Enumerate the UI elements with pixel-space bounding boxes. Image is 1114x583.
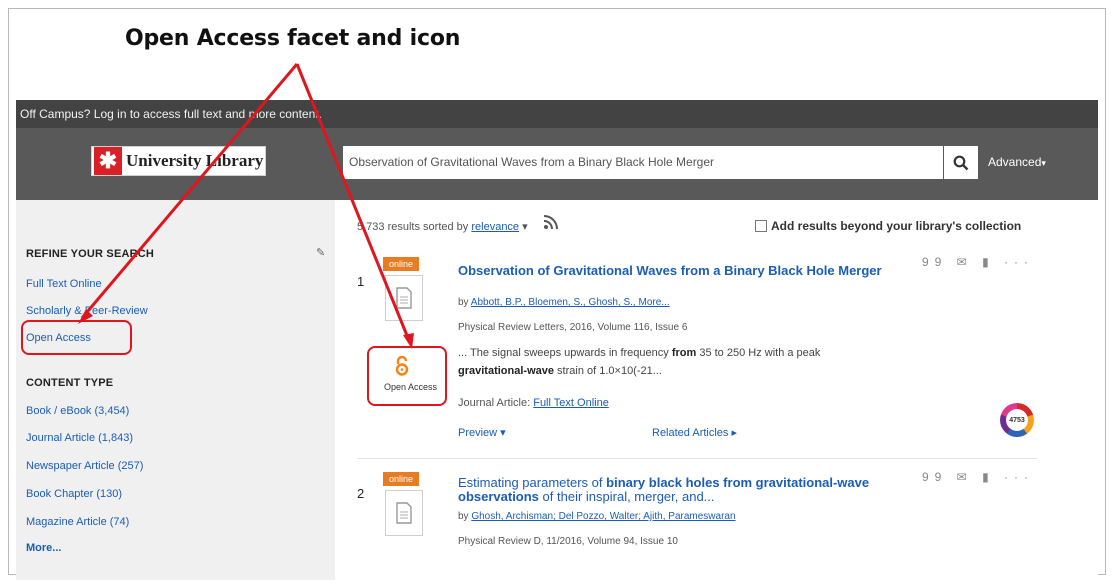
off-campus-bar[interactable]: Off Campus? Log in to access full text a… xyxy=(16,100,1098,128)
logo-text: University Library xyxy=(126,151,264,170)
university-library-logo[interactable]: ✱ University Library xyxy=(91,146,266,176)
search-button[interactable] xyxy=(944,146,978,179)
beyond-collection-label: Add results beyond your library's collec… xyxy=(771,219,1022,233)
result-number: 1 xyxy=(357,274,365,289)
authors-prefix: by xyxy=(458,297,469,308)
results-pane: 5,733 results sorted by relevance ▾ Add … xyxy=(335,200,1098,580)
document-icon[interactable] xyxy=(385,490,423,536)
result-divider xyxy=(357,458,1037,459)
result-snippet: ... The signal sweeps upwards in frequen… xyxy=(458,344,928,380)
logo-star-icon: ✱ xyxy=(94,147,122,175)
content-type-item[interactable]: Journal Article (1,843) xyxy=(26,432,133,444)
altmetric-score: 4753 xyxy=(1006,409,1028,431)
results-count-text: 5,733 results sorted by xyxy=(357,221,469,233)
snippet-text: ... The signal sweeps upwards in frequen… xyxy=(458,347,669,359)
chevron-down-icon: ▾ xyxy=(1041,158,1046,168)
content-type-item[interactable]: Magazine Article (74) xyxy=(26,516,129,528)
rss-icon[interactable] xyxy=(543,214,559,234)
result-action-icons[interactable]: 99 ✉ ▮ ··· xyxy=(922,470,1034,484)
result-authors: by Abbott, B.P., Bloemen, S., Ghosh, S.,… xyxy=(458,297,670,308)
advanced-label: Advanced xyxy=(988,155,1042,169)
full-text-online-link[interactable]: Full Text Online xyxy=(533,397,609,409)
title-text: of their inspiral, merger, and... xyxy=(542,489,715,504)
preview-toggle[interactable]: Preview ▾ xyxy=(458,426,506,439)
result-publication: Physical Review D, 11/2016, Volume 94, I… xyxy=(458,536,678,547)
snippet-text: 35 to 250 Hz with a peak xyxy=(699,347,821,359)
result-format: Journal Article: Full Text Online xyxy=(458,397,609,409)
authors-prefix: by xyxy=(458,511,469,522)
beyond-collection-checkbox[interactable] xyxy=(755,220,767,232)
snippet-highlight: gravitational-wave xyxy=(458,365,554,377)
result-title-link[interactable]: Estimating parameters of binary black ho… xyxy=(458,476,888,504)
facet-scholarly-peer-review[interactable]: Scholarly & Peer-Review xyxy=(26,305,148,317)
content-type-item[interactable]: Book / eBook (3,454) xyxy=(26,405,129,417)
online-badge: online xyxy=(383,257,419,271)
format-label: Journal Article: xyxy=(458,397,531,409)
content-type-item[interactable]: Book Chapter (130) xyxy=(26,488,122,500)
result-publication: Physical Review Letters, 2016, Volume 11… xyxy=(458,322,688,333)
refine-title: REFINE YOUR SEARCH xyxy=(26,248,155,260)
annotation-caption: Open Access facet and icon xyxy=(125,26,461,51)
beyond-collection-option[interactable]: Add results beyond your library's collec… xyxy=(755,219,1021,233)
result-title-link[interactable]: Observation of Gravitational Waves from … xyxy=(458,264,888,278)
refine-sidebar: REFINE YOUR SEARCH ✎ Full Text Online Sc… xyxy=(16,200,335,580)
related-articles-link[interactable]: Related Articles ▸ xyxy=(652,426,737,439)
document-icon-svg xyxy=(396,287,412,309)
author-links[interactable]: Abbott, B.P., Bloemen, S., Ghosh, S., Mo… xyxy=(471,297,670,308)
edit-icon[interactable]: ✎ xyxy=(316,246,325,259)
chevron-down-icon[interactable]: ▾ xyxy=(522,221,528,233)
title-text: Estimating parameters of xyxy=(458,475,603,490)
snippet-highlight: from xyxy=(671,347,697,359)
result-authors: by Ghosh, Archisman; Del Pozzo, Walter; … xyxy=(458,511,736,522)
content-type-item[interactable]: Newspaper Article (257) xyxy=(26,460,143,472)
result-action-icons[interactable]: 99 ✉ ▮ ··· xyxy=(922,255,1034,269)
annotation-highlight-icon xyxy=(367,346,447,406)
site-header: ✱ University Library Observation of Grav… xyxy=(16,128,1098,200)
document-icon-svg xyxy=(396,502,412,524)
advanced-search-link[interactable]: Advanced▾ xyxy=(988,155,1046,169)
sort-dropdown[interactable]: relevance xyxy=(471,221,519,233)
author-links[interactable]: Ghosh, Archisman; Del Pozzo, Walter; Aji… xyxy=(471,511,735,522)
more-content-types-link[interactable]: More... xyxy=(26,542,61,554)
annotation-highlight-facet xyxy=(21,320,132,355)
snippet-text: strain of 1.0×10(-21... xyxy=(557,365,662,377)
altmetric-badge[interactable]: 4753 xyxy=(1000,403,1034,437)
search-input[interactable]: Observation of Gravitational Waves from … xyxy=(343,146,943,179)
document-icon[interactable] xyxy=(385,275,423,321)
search-icon xyxy=(953,155,969,170)
content-type-title: CONTENT TYPE xyxy=(26,377,114,389)
result-number: 2 xyxy=(357,486,365,501)
online-badge: online xyxy=(383,472,419,486)
facet-full-text-online[interactable]: Full Text Online xyxy=(26,278,102,290)
results-count: 5,733 results sorted by relevance ▾ xyxy=(357,220,528,233)
rss-icon-svg xyxy=(543,215,558,230)
